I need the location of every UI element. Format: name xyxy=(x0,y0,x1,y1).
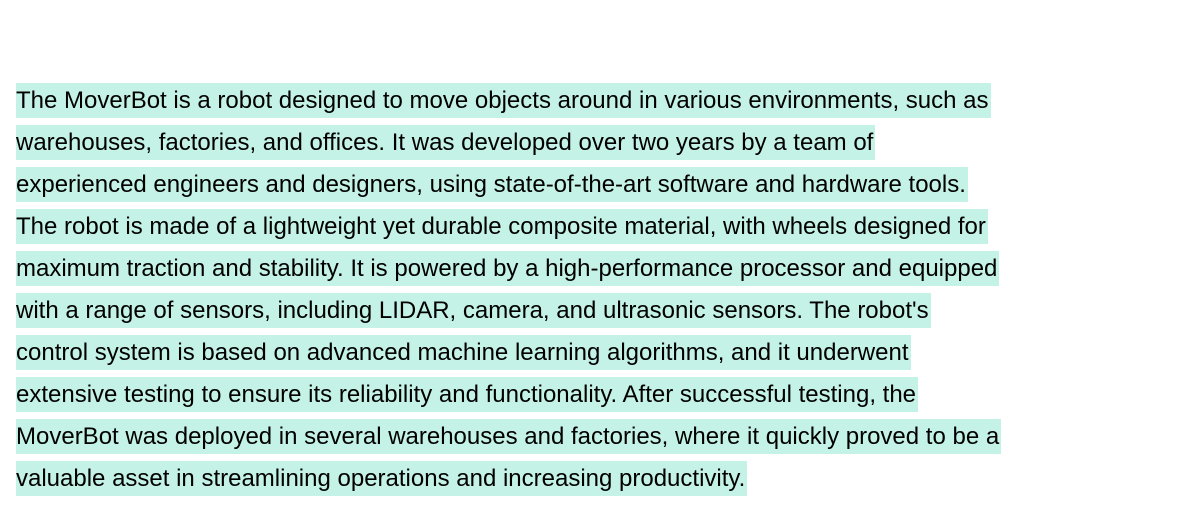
text-line: with a range of sensors, including LIDAR… xyxy=(16,290,1176,332)
highlighted-text: experienced engineers and designers, usi… xyxy=(16,167,968,202)
highlighted-paragraph: The MoverBot is a robot designed to move… xyxy=(16,80,1176,500)
highlighted-text: warehouses, factories, and offices. It w… xyxy=(16,125,876,160)
text-line: MoverBot was deployed in several warehou… xyxy=(16,416,1176,458)
highlighted-text: The MoverBot is a robot designed to move… xyxy=(16,83,991,118)
highlighted-text: valuable asset in streamlining operation… xyxy=(16,461,748,496)
text-line: extensive testing to ensure its reliabil… xyxy=(16,374,1176,416)
highlighted-text: with a range of sensors, including LIDAR… xyxy=(16,293,931,328)
text-line: valuable asset in streamlining operation… xyxy=(16,458,1176,500)
text-line: The robot is made of a lightweight yet d… xyxy=(16,206,1176,248)
highlighted-text: The robot is made of a lightweight yet d… xyxy=(16,209,988,244)
highlighted-text: control system is based on advanced mach… xyxy=(16,335,911,370)
document-page: The MoverBot is a robot designed to move… xyxy=(0,0,1188,512)
text-line: The MoverBot is a robot designed to move… xyxy=(16,80,1176,122)
highlighted-text: maximum traction and stability. It is po… xyxy=(16,251,1000,286)
text-line: maximum traction and stability. It is po… xyxy=(16,248,1176,290)
highlighted-text: MoverBot was deployed in several warehou… xyxy=(16,419,1002,454)
text-line: experienced engineers and designers, usi… xyxy=(16,164,1176,206)
text-line: control system is based on advanced mach… xyxy=(16,332,1176,374)
text-line: warehouses, factories, and offices. It w… xyxy=(16,122,1176,164)
highlighted-text: extensive testing to ensure its reliabil… xyxy=(16,377,919,412)
